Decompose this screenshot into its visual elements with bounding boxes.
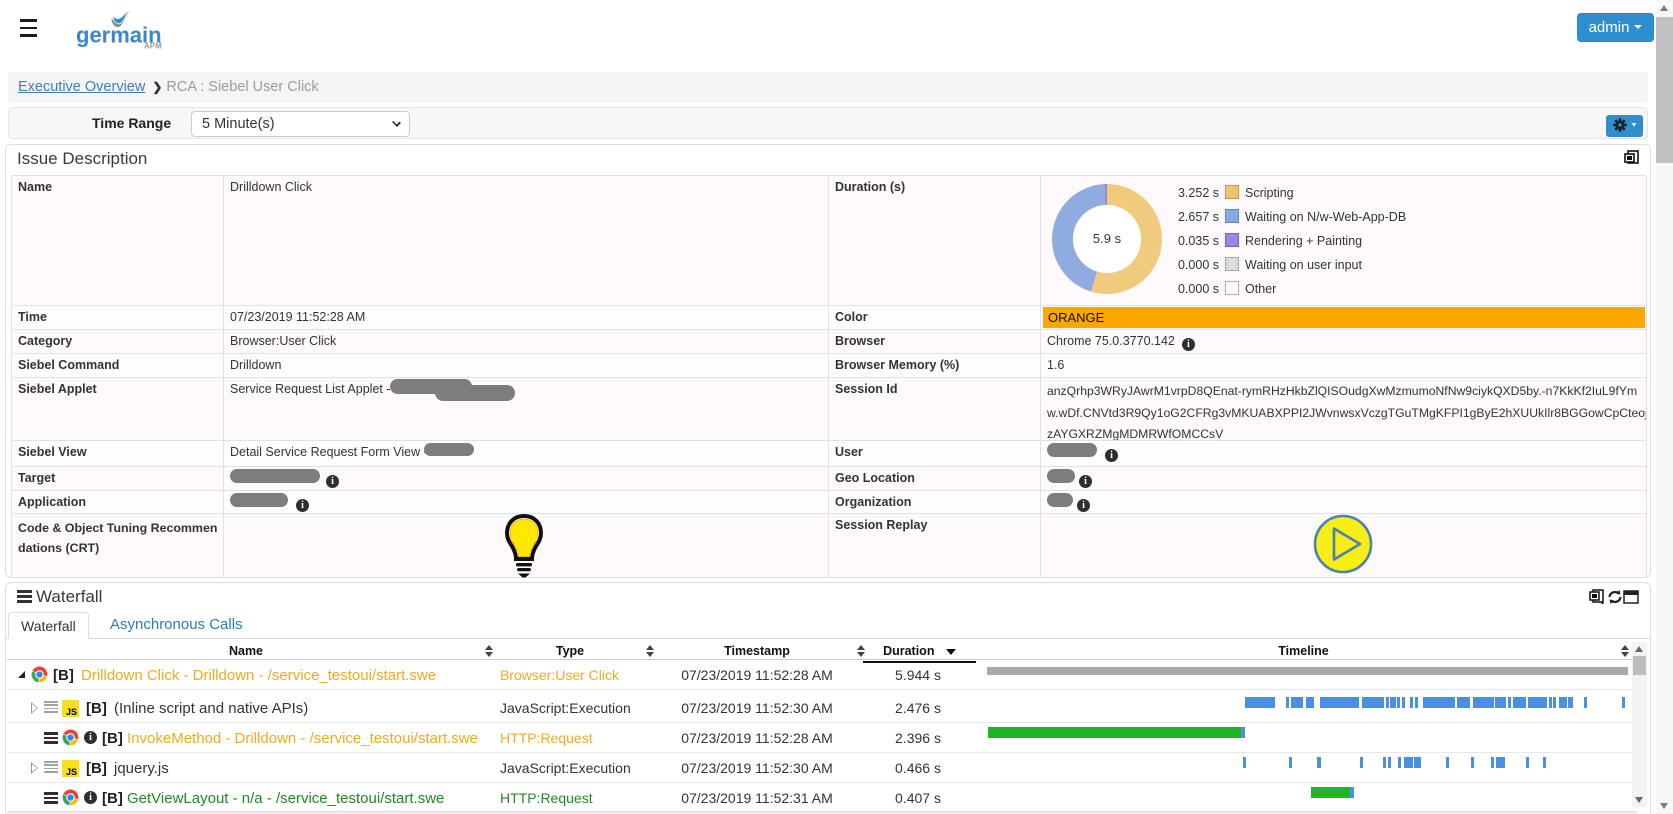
svg-text:APM: APM xyxy=(144,42,162,51)
svg-text:5.9 s: 5.9 s xyxy=(1093,231,1122,246)
